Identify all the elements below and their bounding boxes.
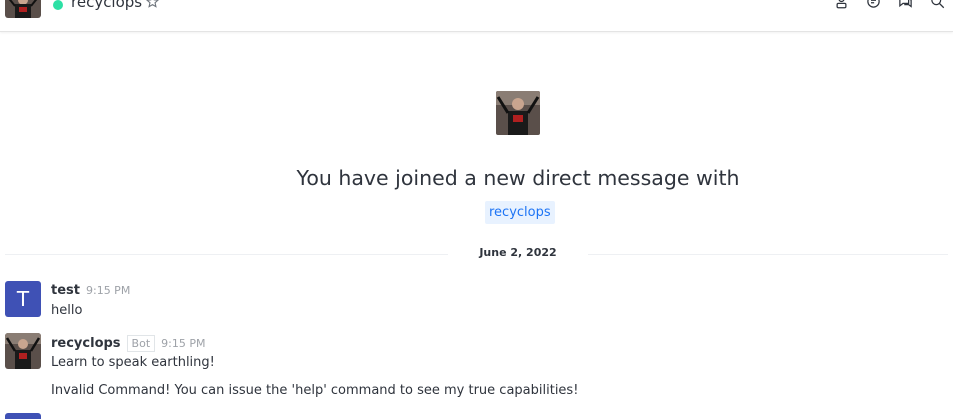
favorite-star-icon[interactable] — [146, 0, 159, 8]
user-info-icon[interactable] — [834, 0, 849, 9]
message-timestamp[interactable]: 9:15 PM — [86, 284, 130, 297]
room-avatar[interactable] — [5, 0, 41, 18]
message-timestamp[interactable]: 9:15 PM — [161, 337, 205, 350]
date-divider: June 2, 2022 — [479, 246, 557, 259]
message-username[interactable]: recyclops — [51, 336, 121, 351]
bot-badge: Bot — [126, 335, 156, 352]
online-status-indicator — [53, 0, 63, 10]
user-mention-link[interactable]: recyclops — [485, 201, 555, 224]
message-username[interactable]: test — [51, 283, 80, 298]
message-text: Invalid Command! You can issue the 'help… — [51, 383, 579, 398]
intro-title: You have joined a new direct message wit… — [296, 166, 740, 190]
avatar[interactable] — [5, 333, 41, 369]
room-title[interactable]: recyclops — [71, 0, 142, 14]
intro-avatar — [496, 91, 540, 135]
header-toolbar — [834, 0, 945, 9]
message-header: recyclops Bot 9:15 PM — [51, 335, 205, 352]
room-header: recyclops — [0, 0, 953, 32]
threads-icon[interactable] — [866, 0, 881, 9]
avatar-letter: T — [5, 281, 41, 317]
room-intro — [0, 91, 953, 139]
message-text: hello — [51, 303, 83, 318]
search-icon[interactable] — [930, 0, 945, 9]
divider-line-left — [5, 254, 448, 255]
avatar[interactable] — [5, 413, 41, 419]
message-text: Learn to speak earthling! — [51, 355, 215, 370]
avatar[interactable]: T — [5, 281, 41, 317]
discussions-icon[interactable] — [898, 0, 913, 9]
message-header: test 9:15 PM — [51, 283, 130, 298]
message-item[interactable]: T test 9:15 PM hello — [5, 281, 945, 321]
divider-line-right — [588, 254, 948, 255]
message-item[interactable]: recyclops Bot 9:15 PM Learn to speak ear… — [5, 333, 945, 403]
